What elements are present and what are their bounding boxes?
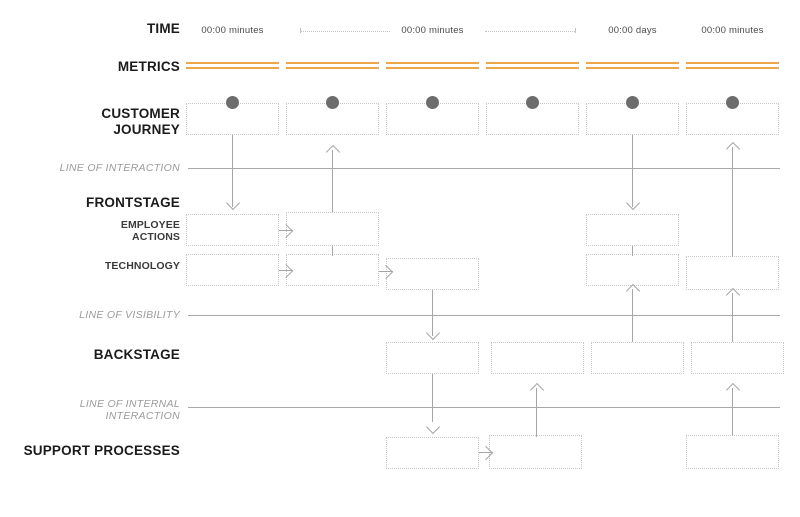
row-label-metrics: METRICS [117, 59, 180, 74]
time-tick-right [575, 28, 576, 33]
row-label-backstage: BACKSTAGE [93, 347, 180, 362]
backstage-cell-4[interactable] [491, 342, 584, 374]
time-tick-left [300, 28, 301, 33]
service-blueprint-diagram: TIME METRICS CUSTOMER JOURNEY LINE OF IN… [0, 0, 800, 517]
arrowhead-down-col5 [625, 195, 641, 211]
row-label-customer-journey: CUSTOMER JOURNEY [101, 106, 180, 137]
backstage-cell-6[interactable] [691, 342, 784, 374]
technology-cell-6[interactable] [686, 256, 779, 290]
technology-cell-2[interactable] [286, 254, 379, 286]
technology-cell-5[interactable] [586, 254, 679, 286]
employee-actions-cell-5[interactable] [586, 214, 679, 246]
touchpoint-dot-5[interactable] [626, 96, 639, 109]
row-label-time: TIME [146, 21, 180, 36]
divider-line-of-visibility [188, 315, 780, 316]
row-label-line-of-visibility: LINE OF VISIBILITY [79, 309, 180, 321]
touchpoint-dot-6[interactable] [726, 96, 739, 109]
connector-employee5-to-technology5 [632, 246, 633, 256]
connector-technology6-to-cj6 [732, 147, 733, 257]
employee-actions-cell-2[interactable] [286, 212, 379, 246]
arrowhead-up-col2 [325, 144, 341, 160]
arrowhead-up-visibility-col5 [625, 283, 641, 299]
backstage-cell-3[interactable] [386, 342, 479, 374]
row-label-employee-actions: EMPLOYEE ACTIONS [120, 219, 180, 244]
connector-support4-riser [536, 425, 537, 437]
arrowhead-down-visibility-col3 [425, 325, 441, 341]
metrics-bar-6[interactable] [686, 62, 779, 69]
time-label-1: 00:00 minutes [201, 25, 264, 36]
metrics-bar-2[interactable] [286, 62, 379, 69]
row-label-frontstage: FRONTSTAGE [86, 195, 180, 210]
touchpoint-dot-1[interactable] [226, 96, 239, 109]
connector-backstage3-to-support3 [432, 374, 433, 422]
divider-line-of-interaction [188, 168, 780, 169]
time-label-3: 00:00 days [608, 25, 657, 36]
row-label-line-of-internal-interaction: LINE OF INTERNAL INTERACTION [79, 398, 180, 423]
arrowhead-down-col1 [225, 195, 241, 211]
arrowhead-up-internal-col6 [725, 382, 741, 398]
technology-cell-1[interactable] [186, 254, 279, 286]
arrowhead-up-visibility-col6 [725, 287, 741, 303]
metrics-bar-1[interactable] [186, 62, 279, 69]
metrics-bar-5[interactable] [586, 62, 679, 69]
time-rule-right [485, 31, 575, 32]
row-label-line-of-interaction: LINE OF INTERACTION [59, 162, 180, 174]
metrics-bar-3[interactable] [386, 62, 479, 69]
row-label-support-processes: SUPPORT PROCESSES [23, 443, 180, 458]
support-processes-cell-6[interactable] [686, 435, 779, 469]
divider-line-of-internal-interaction [188, 407, 780, 408]
touchpoint-dot-3[interactable] [426, 96, 439, 109]
employee-actions-cell-1[interactable] [186, 214, 279, 246]
row-label-technology: TECHNOLOGY [104, 260, 180, 272]
arrowhead-down-internal-col3 [425, 419, 441, 435]
backstage-cell-5[interactable] [591, 342, 684, 374]
metrics-bar-4[interactable] [486, 62, 579, 69]
touchpoint-dot-4[interactable] [526, 96, 539, 109]
connector-technology2-to-employee2 [332, 246, 333, 256]
time-rule-left [300, 31, 390, 32]
arrowhead-up-col6-top [725, 141, 741, 157]
time-label-4: 00:00 minutes [701, 25, 764, 36]
time-label-2: 00:00 minutes [401, 25, 464, 36]
touchpoint-dot-2[interactable] [326, 96, 339, 109]
technology-cell-3[interactable] [386, 258, 479, 290]
support-processes-cell-4[interactable] [489, 435, 582, 469]
arrowhead-up-internal-col4 [529, 382, 545, 398]
support-processes-cell-3[interactable] [386, 437, 479, 469]
